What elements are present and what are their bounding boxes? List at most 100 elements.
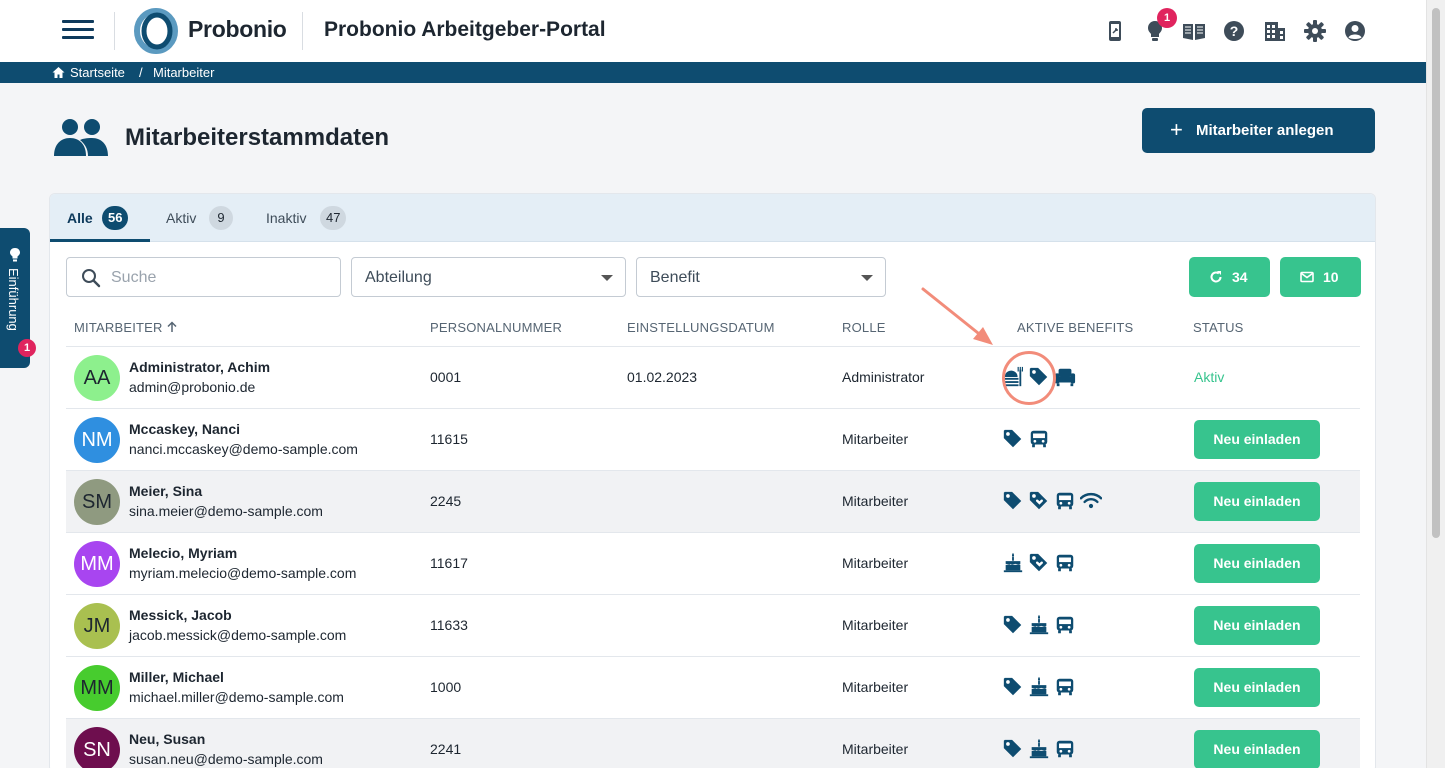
column-header-employee[interactable]: MITARBEITER — [74, 320, 178, 335]
benefit-icons — [1002, 366, 1076, 390]
reinvite-button[interactable]: Neu einladen — [1194, 544, 1320, 583]
personnel-number: 11633 — [430, 617, 468, 633]
armchair-icon — [1054, 368, 1076, 387]
onboarding-badge: 1 — [18, 339, 36, 357]
add-employee-button[interactable]: + Mitarbeiter anlegen — [1142, 108, 1375, 153]
employee-email: myriam.melecio@demo-sample.com — [129, 565, 357, 581]
refresh-icon — [1210, 271, 1222, 283]
benefit-icons — [1002, 490, 1102, 514]
employee-email: sina.meier@demo-sample.com — [129, 503, 323, 519]
employee-name: Messick, Jacob — [129, 607, 232, 623]
cake-icon — [1029, 676, 1049, 697]
search-field[interactable] — [66, 257, 341, 297]
role: Mitarbeiter — [842, 741, 909, 757]
tag-icon — [1003, 615, 1022, 634]
logo-text: Probonio — [188, 16, 287, 42]
tab-alle[interactable]: Alle 56 — [50, 194, 150, 242]
table-row[interactable]: NM Mccaskey, Nanci nanci.mccaskey@demo-sam… — [66, 408, 1360, 470]
gift-tag-icon — [1029, 553, 1048, 572]
column-header-status[interactable]: STATUS — [1193, 320, 1244, 335]
home-icon[interactable] — [52, 66, 65, 79]
sort-ascending-icon — [167, 321, 177, 332]
onboarding-label: Einführung — [6, 268, 21, 331]
reinvite-button[interactable]: Neu einladen — [1194, 420, 1320, 459]
table-row[interactable]: MM Melecio, Myriam myriam.melecio@demo-sam… — [66, 532, 1360, 594]
tab-count-badge: 56 — [102, 206, 129, 230]
lightbulb-icon — [10, 248, 20, 262]
meal-icon — [1003, 366, 1023, 387]
bus-icon — [1056, 678, 1074, 696]
reinvite-button[interactable]: Neu einladen — [1194, 606, 1320, 645]
personnel-number: 0001 — [430, 369, 462, 385]
tab-bar: Alle 56 Aktiv 9 Inaktiv 47 — [50, 194, 1375, 242]
hire-date: 01.02.2023 — [627, 369, 698, 385]
scrollbar-thumb[interactable] — [1432, 8, 1440, 538]
tag-icon — [1029, 367, 1048, 386]
table-row[interactable]: MM Miller, Michael michael.miller@demo-sam… — [66, 656, 1360, 718]
role: Mitarbeiter — [842, 431, 909, 447]
benefit-icons — [1002, 614, 1076, 638]
department-select[interactable]: Abteilung — [351, 257, 626, 297]
personnel-number: 11615 — [430, 431, 468, 447]
benefit-select[interactable]: Benefit — [636, 257, 886, 297]
breadcrumb-current: Mitarbeiter — [153, 65, 215, 80]
divider — [302, 12, 303, 50]
bus-icon — [1056, 740, 1074, 758]
benefit-icons — [1002, 552, 1076, 576]
column-header-hire-date[interactable]: EINSTELLUNGSDATUM — [627, 320, 775, 335]
help-icon[interactable]: ? — [1222, 19, 1246, 43]
company-icon[interactable] — [1263, 19, 1287, 43]
employee-name: Administrator, Achim — [129, 359, 271, 375]
refresh-button[interactable]: 34 — [1189, 257, 1270, 297]
employee-name: Melecio, Myriam — [129, 545, 238, 561]
gear-icon[interactable] — [1303, 19, 1327, 43]
avatar: JM — [74, 603, 120, 649]
personnel-number: 2245 — [430, 493, 462, 509]
refresh-count: 34 — [1232, 269, 1248, 285]
employee-email: nanci.mccaskey@demo-sample.com — [129, 441, 358, 457]
tab-inaktiv[interactable]: Inaktiv 47 — [250, 194, 360, 242]
table-row[interactable]: SN Neu, Susan susan.neu@demo-sample.com 224… — [66, 718, 1360, 768]
scrollbar[interactable] — [1426, 0, 1445, 768]
reinvite-button[interactable]: Neu einladen — [1194, 668, 1320, 707]
breadcrumb: Startseite / Mitarbeiter — [0, 62, 1426, 83]
reinvite-button[interactable]: Neu einladen — [1194, 730, 1320, 768]
benefit-icons — [1002, 738, 1076, 762]
employee-name: Meier, Sina — [129, 483, 203, 499]
tag-icon — [1003, 677, 1022, 696]
employee-email: admin@probonio.de — [129, 379, 256, 395]
menu-icon[interactable] — [62, 18, 94, 42]
tag-icon — [1003, 491, 1022, 510]
cake-icon — [1003, 552, 1023, 573]
cake-icon — [1029, 614, 1049, 635]
role: Mitarbeiter — [842, 555, 909, 571]
table-row[interactable]: AA Administrator, Achim admin@probonio.de 0… — [66, 346, 1360, 408]
column-header-role[interactable]: ROLLE — [842, 320, 886, 335]
add-employee-label: Mitarbeiter anlegen — [1196, 122, 1334, 139]
employee-email: michael.miller@demo-sample.com — [129, 689, 344, 705]
search-icon — [82, 269, 101, 288]
search-input[interactable] — [111, 266, 331, 290]
table-row[interactable]: JM Messick, Jacob jacob.messick@demo-sampl… — [66, 594, 1360, 656]
book-icon[interactable] — [1182, 19, 1206, 43]
page-title: Mitarbeiterstammdaten — [125, 124, 390, 151]
breadcrumb-home-link[interactable]: Startseite — [70, 65, 125, 80]
tab-aktiv[interactable]: Aktiv 9 — [150, 194, 250, 242]
active-tab-indicator — [50, 239, 150, 242]
chevron-down-icon — [601, 275, 613, 281]
top-bar: Probonio Probonio Arbeitgeber-Portal 1 ? — [0, 0, 1426, 62]
mail-button[interactable]: 10 — [1280, 257, 1361, 297]
employee-email: jacob.messick@demo-sample.com — [129, 627, 347, 643]
benefit-icons — [1002, 676, 1076, 700]
table-row[interactable]: SM Meier, Sina sina.meier@demo-sample.com 2… — [66, 470, 1360, 532]
role: Administrator — [842, 369, 925, 385]
user-circle-icon[interactable] — [1343, 19, 1367, 43]
avatar: AA — [74, 355, 120, 401]
mobile-icon[interactable] — [1103, 19, 1127, 43]
employee-email: susan.neu@demo-sample.com — [129, 751, 323, 767]
avatar: MM — [74, 665, 120, 711]
users-icon — [54, 119, 108, 156]
reinvite-button[interactable]: Neu einladen — [1194, 482, 1320, 521]
role: Mitarbeiter — [842, 617, 909, 633]
column-header-personnel-number[interactable]: PERSONALNUMMER — [430, 320, 562, 335]
